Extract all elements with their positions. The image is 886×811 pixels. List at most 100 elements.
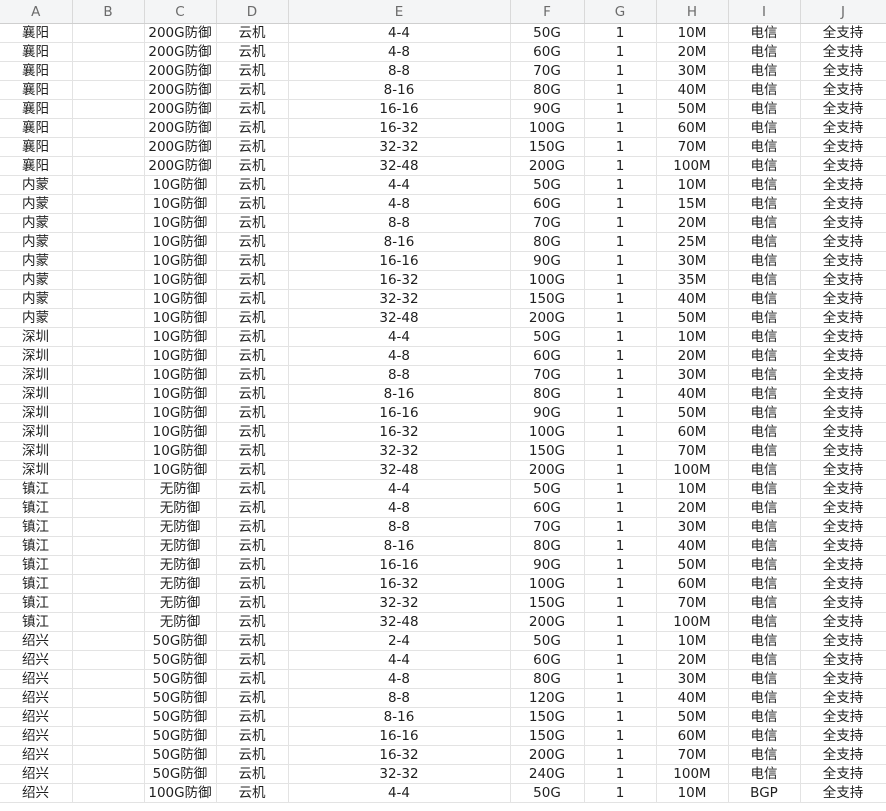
cell-i[interactable]: 电信: [728, 365, 801, 385]
cell-g[interactable]: 1: [584, 42, 657, 62]
cell-e[interactable]: 4-8: [288, 498, 511, 518]
cell-a[interactable]: 内蒙: [0, 175, 73, 195]
cell-c[interactable]: 无防御: [144, 555, 217, 575]
cell-e[interactable]: 16-32: [288, 574, 511, 594]
cell-f[interactable]: 100G: [510, 574, 585, 594]
cell-i[interactable]: 电信: [728, 327, 801, 347]
cell-i[interactable]: 电信: [728, 213, 801, 233]
cell-e[interactable]: 4-8: [288, 42, 511, 62]
cell-j[interactable]: 全支持: [800, 251, 886, 271]
cell-i[interactable]: 电信: [728, 764, 801, 784]
cell-c[interactable]: 50G防御: [144, 631, 217, 651]
cell-h[interactable]: 100M: [656, 156, 729, 176]
cell-j[interactable]: 全支持: [800, 498, 886, 518]
cell-d[interactable]: 云机: [216, 555, 289, 575]
cell-d[interactable]: 云机: [216, 42, 289, 62]
cell-b[interactable]: [72, 536, 145, 556]
cell-j[interactable]: 全支持: [800, 612, 886, 632]
cell-f[interactable]: 60G: [510, 42, 585, 62]
cell-j[interactable]: 全支持: [800, 536, 886, 556]
cell-b[interactable]: [72, 726, 145, 746]
cell-g[interactable]: 1: [584, 441, 657, 461]
cell-h[interactable]: 50M: [656, 707, 729, 727]
cell-c[interactable]: 50G防御: [144, 688, 217, 708]
cell-i[interactable]: 电信: [728, 80, 801, 100]
cell-g[interactable]: 1: [584, 764, 657, 784]
cell-a[interactable]: 绍兴: [0, 745, 73, 765]
cell-j[interactable]: 全支持: [800, 783, 886, 803]
cell-g[interactable]: 1: [584, 422, 657, 442]
cell-j[interactable]: 全支持: [800, 194, 886, 214]
cell-c[interactable]: 200G防御: [144, 42, 217, 62]
cell-i[interactable]: 电信: [728, 308, 801, 328]
cell-d[interactable]: 云机: [216, 574, 289, 594]
cell-h[interactable]: 50M: [656, 555, 729, 575]
cell-b[interactable]: [72, 99, 145, 119]
cell-i[interactable]: 电信: [728, 707, 801, 727]
cell-a[interactable]: 内蒙: [0, 194, 73, 214]
cell-i[interactable]: 电信: [728, 517, 801, 537]
cell-c[interactable]: 无防御: [144, 536, 217, 556]
cell-a[interactable]: 深圳: [0, 441, 73, 461]
cell-j[interactable]: 全支持: [800, 61, 886, 81]
cell-c[interactable]: 10G防御: [144, 422, 217, 442]
cell-g[interactable]: 1: [584, 403, 657, 423]
cell-f[interactable]: 50G: [510, 783, 585, 803]
cell-i[interactable]: 电信: [728, 346, 801, 366]
cell-g[interactable]: 1: [584, 707, 657, 727]
cell-f[interactable]: 150G: [510, 593, 585, 613]
cell-d[interactable]: 云机: [216, 308, 289, 328]
cell-c[interactable]: 10G防御: [144, 327, 217, 347]
cell-a[interactable]: 深圳: [0, 460, 73, 480]
cell-d[interactable]: 云机: [216, 498, 289, 518]
cell-j[interactable]: 全支持: [800, 213, 886, 233]
cell-f[interactable]: 150G: [510, 137, 585, 157]
cell-b[interactable]: [72, 137, 145, 157]
cell-a[interactable]: 镇江: [0, 479, 73, 499]
cell-b[interactable]: [72, 80, 145, 100]
cell-h[interactable]: 100M: [656, 612, 729, 632]
cell-g[interactable]: 1: [584, 783, 657, 803]
cell-j[interactable]: 全支持: [800, 422, 886, 442]
cell-e[interactable]: 16-16: [288, 555, 511, 575]
cell-f[interactable]: 200G: [510, 612, 585, 632]
cell-e[interactable]: 4-4: [288, 23, 511, 43]
cell-b[interactable]: [72, 327, 145, 347]
cell-i[interactable]: 电信: [728, 175, 801, 195]
cell-j[interactable]: 全支持: [800, 308, 886, 328]
cell-b[interactable]: [72, 745, 145, 765]
cell-i[interactable]: 电信: [728, 42, 801, 62]
cell-j[interactable]: 全支持: [800, 403, 886, 423]
cell-c[interactable]: 无防御: [144, 593, 217, 613]
cell-j[interactable]: 全支持: [800, 156, 886, 176]
cell-h[interactable]: 40M: [656, 536, 729, 556]
cell-d[interactable]: 云机: [216, 232, 289, 252]
cell-j[interactable]: 全支持: [800, 365, 886, 385]
cell-c[interactable]: 无防御: [144, 498, 217, 518]
cell-b[interactable]: [72, 213, 145, 233]
cell-e[interactable]: 32-48: [288, 156, 511, 176]
cell-e[interactable]: 16-32: [288, 118, 511, 138]
cell-a[interactable]: 绍兴: [0, 707, 73, 727]
cell-c[interactable]: 10G防御: [144, 403, 217, 423]
cell-h[interactable]: 10M: [656, 479, 729, 499]
cell-h[interactable]: 70M: [656, 745, 729, 765]
cell-a[interactable]: 深圳: [0, 403, 73, 423]
cell-j[interactable]: 全支持: [800, 80, 886, 100]
cell-d[interactable]: 云机: [216, 194, 289, 214]
cell-c[interactable]: 200G防御: [144, 118, 217, 138]
cell-d[interactable]: 云机: [216, 688, 289, 708]
cell-b[interactable]: [72, 118, 145, 138]
cell-g[interactable]: 1: [584, 650, 657, 670]
cell-j[interactable]: 全支持: [800, 707, 886, 727]
cell-i[interactable]: 电信: [728, 726, 801, 746]
cell-c[interactable]: 200G防御: [144, 61, 217, 81]
cell-a[interactable]: 镇江: [0, 536, 73, 556]
cell-g[interactable]: 1: [584, 23, 657, 43]
cell-g[interactable]: 1: [584, 213, 657, 233]
cell-h[interactable]: 60M: [656, 726, 729, 746]
cell-j[interactable]: 全支持: [800, 517, 886, 537]
cell-d[interactable]: 云机: [216, 764, 289, 784]
cell-j[interactable]: 全支持: [800, 593, 886, 613]
cell-a[interactable]: 绍兴: [0, 650, 73, 670]
